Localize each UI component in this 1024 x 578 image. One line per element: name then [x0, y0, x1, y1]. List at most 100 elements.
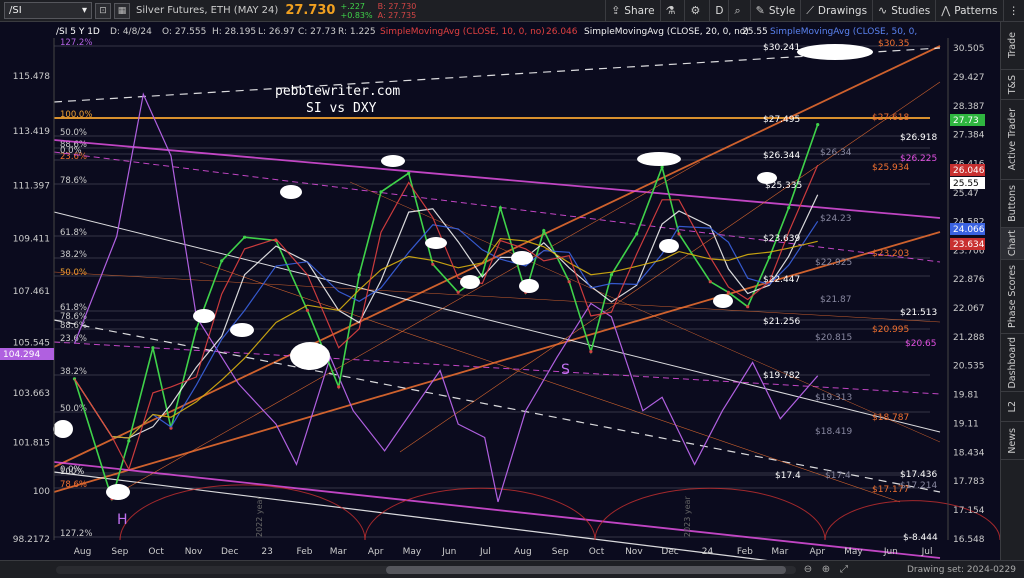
annotation-h: H [117, 512, 128, 528]
side-tab-l2[interactable]: L2 [1001, 392, 1024, 422]
fib-level-label: 127.2% [60, 529, 92, 539]
share-label: Share [624, 4, 655, 17]
x-axis-tick: Jul [479, 547, 491, 557]
price-annotation-white: $26.918 [900, 133, 937, 143]
right-axis-tick: 22.876 [953, 275, 985, 285]
price-annotation-dim: $21.87 [820, 295, 852, 305]
side-tab-dashboard[interactable]: Dashboard [1001, 334, 1024, 392]
x-axis-tick: Apr [368, 547, 384, 557]
highlight-ellipse [280, 185, 302, 199]
chart-header: /SI 5 Y 1D D: 4/8/24 O: 27.555 H: 28.195… [54, 24, 980, 38]
right-axis-tick: 19.11 [953, 419, 979, 429]
side-tab-news[interactable]: News [1001, 422, 1024, 460]
sma10-label: SimpleMovingAvg (CLOSE, 10, 0, no) [380, 27, 545, 37]
side-tab-t-s[interactable]: T&S [1001, 70, 1024, 100]
left-axis-tick: 105.545 [13, 338, 50, 348]
side-tab-chart[interactable]: Chart [1001, 228, 1024, 260]
flask-button[interactable]: ⚗ [659, 0, 685, 22]
symbol-text: /SI [9, 5, 22, 16]
zoom-button[interactable]: ⌕ [728, 0, 749, 22]
highlight-ellipse [106, 484, 130, 500]
style-button[interactable]: ✎ Style [749, 0, 801, 22]
top-toolbar: /SI ▾ ⊡ ▦ Silver Futures, ETH (MAY 24) 2… [0, 0, 1024, 22]
left-axis-tick: 101.815 [13, 438, 50, 448]
ohlc-high: H: 28.195 [212, 27, 256, 37]
fib-level-label: 38.2% [60, 367, 87, 377]
side-tab-active-trader[interactable]: Active Trader [1001, 100, 1024, 180]
left-axis-tick: 109.411 [13, 235, 50, 245]
x-axis-tick: Sep [552, 547, 569, 557]
price-annotation-dim: $17.214 [900, 481, 937, 491]
highlight-ellipse [713, 294, 733, 308]
ohlc-range: R: 1.225 [338, 27, 376, 37]
side-tab-label: Active Trader [1007, 108, 1018, 171]
side-tab-trade[interactable]: Trade [1001, 22, 1024, 70]
silver-price-point [677, 232, 681, 236]
right-axis-tick: 29.427 [953, 73, 985, 83]
chart-area[interactable]: 127.2%100.0%50.0%88.6%23.6%78.6%0.0%61.8… [0, 22, 1000, 560]
timeframe-button[interactable]: D [709, 0, 728, 22]
x-axis-tick: Apr [809, 547, 825, 557]
side-tab-panel: Trade T&S Active Trader Buttons Chart Phase S… [1000, 22, 1024, 560]
ohlc-low: L: 26.97 [258, 27, 295, 37]
fib-level-label: 50.0% [60, 128, 87, 138]
sma20-label: SimpleMovingAvg (CLOSE, 20, 0, no) [584, 27, 749, 37]
silver-price-point [787, 206, 791, 210]
lock-icon[interactable]: ⊡ [95, 2, 111, 19]
silver-price-point [567, 280, 571, 284]
zoom-in-icon[interactable]: ⊕ [820, 564, 832, 575]
left-axis-tick: 111.397 [13, 181, 50, 191]
fib-level-label: 38.2% [60, 250, 87, 260]
right-axis-tick: 20.535 [953, 362, 985, 372]
time-scrollbar[interactable] [56, 565, 796, 574]
studies-icon: ∿ [878, 4, 888, 17]
price-annotation-dim: $26.34 [820, 148, 852, 158]
right-axis-tick: 22.067 [953, 304, 985, 314]
patterns-button[interactable]: ⋀ Patterns [935, 0, 1002, 22]
left-axis-tick: 103.663 [13, 389, 50, 399]
fib-level-label: 61.8% [60, 228, 87, 238]
grid-icon[interactable]: ▦ [114, 2, 130, 19]
drawings-button[interactable]: ⟋ Drawings [800, 0, 872, 22]
right-axis-label: 26.046 [953, 166, 985, 176]
right-axis-label: 27.73 [953, 116, 979, 126]
x-axis-tick: Jul [921, 547, 933, 557]
price-annotation-white: $22.447 [763, 275, 800, 285]
silver-price-point [746, 305, 750, 309]
price-annotation-white: $30.241 [763, 43, 800, 53]
symbol-selector[interactable]: /SI ▾ [4, 2, 92, 19]
instrument-name: Silver Futures, ETH (MAY 24) [136, 5, 279, 16]
right-axis-label: 23.634 [953, 240, 985, 250]
side-tab-buttons[interactable]: Buttons [1001, 180, 1024, 228]
studies-button[interactable]: ∿ Studies [872, 0, 935, 22]
side-tab-label: Phase Scores [1007, 265, 1018, 328]
ohlc-close: C: 27.73 [298, 27, 336, 37]
price-annotation-white: $-8.444 [903, 533, 938, 543]
share-button[interactable]: ⇪ Share [605, 0, 660, 22]
price-annotation-magenta: $20.65 [905, 339, 937, 349]
more-button[interactable]: ⋮ [1002, 0, 1024, 22]
fit-icon[interactable]: ⤢ [838, 564, 850, 575]
price-annotation-dim: $17.4 [825, 471, 851, 481]
silver-price-point [542, 229, 546, 233]
highlight-ellipse [797, 44, 873, 60]
settings-button[interactable]: ⚙ [684, 0, 709, 22]
side-tab-phase-scores[interactable]: Phase Scores [1001, 260, 1024, 334]
price-annotation-white: $27.495 [763, 115, 800, 125]
scrollbar-thumb[interactable] [386, 565, 786, 574]
silver-price-point [498, 206, 502, 210]
highlight-ellipse [193, 309, 215, 323]
right-axis-label: 24.066 [953, 225, 985, 235]
pencil-icon: ✎ [755, 4, 765, 17]
silver-price-point [379, 190, 383, 194]
x-axis-tick: 24 [702, 547, 714, 557]
silver-price-point [635, 232, 639, 236]
trendline-icon: ⟋ [806, 3, 814, 17]
silver-price-point [127, 439, 131, 443]
fib-level-label: 127.2% [60, 38, 92, 48]
price-change: +.227 +0.83% [340, 2, 372, 20]
price-annotation-dim: $20.815 [815, 333, 852, 343]
price-annotation-dim: $22.925 [815, 258, 852, 268]
price-annotation-white: $23.639 [763, 234, 800, 244]
zoom-out-icon[interactable]: ⊖ [802, 564, 814, 575]
